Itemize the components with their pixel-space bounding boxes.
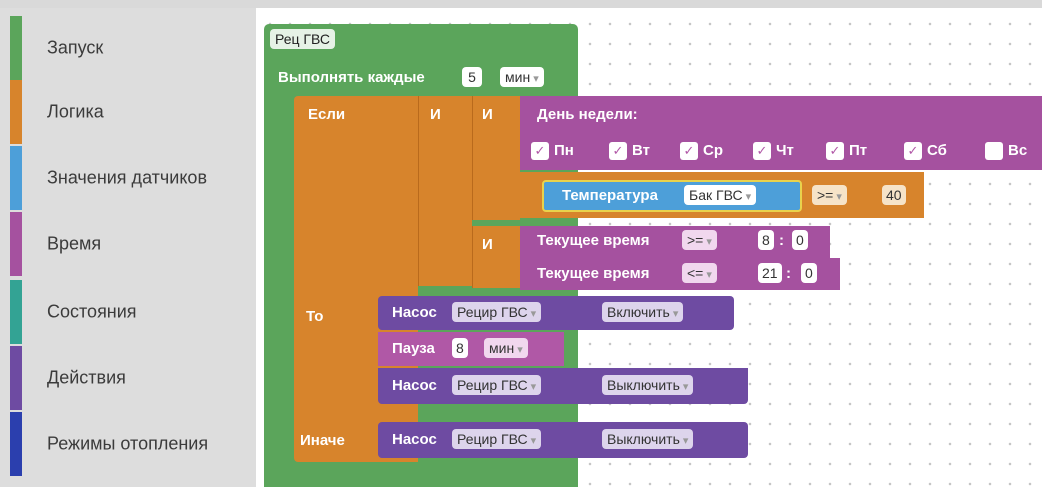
current-time-label: Текущее время: [537, 232, 650, 249]
sidebar-item-label: Запуск: [47, 37, 104, 58]
and-block-inner[interactable]: [472, 96, 520, 220]
time-operator-dropdown[interactable]: <=: [682, 263, 717, 283]
pause-label: Пауза: [392, 340, 435, 357]
day-label: Вт: [632, 142, 650, 159]
pump-device-dropdown[interactable]: Рецир ГВС: [452, 429, 542, 449]
and-block-time[interactable]: [472, 226, 520, 288]
checkbox-sat[interactable]: ✓: [904, 142, 922, 160]
checkbox-sun[interactable]: [985, 142, 1003, 160]
if-else-block[interactable]: [294, 96, 418, 462]
sidebar-item-label: Действия: [47, 367, 126, 388]
pump-label: Насос: [392, 304, 437, 321]
pump-action-dropdown[interactable]: Включить: [602, 302, 684, 322]
checkbox-tue[interactable]: ✓: [609, 142, 627, 160]
category-color-bar: [10, 412, 22, 476]
pause-value-field[interactable]: 8: [452, 338, 468, 358]
top-bar: [0, 0, 1042, 8]
category-color-bar: [10, 146, 22, 210]
temperature-label: Температура: [562, 187, 658, 204]
repeat-value-field[interactable]: 5: [462, 67, 482, 87]
day-label: Чт: [776, 142, 794, 159]
then-label: То: [306, 308, 324, 325]
time-operator-dropdown[interactable]: >=: [682, 230, 717, 250]
pause-unit-dropdown[interactable]: мин: [484, 338, 528, 358]
pump-device-dropdown[interactable]: Рецир ГВС: [452, 375, 542, 395]
compare-operator-dropdown[interactable]: >=: [812, 185, 847, 205]
sidebar-item-time[interactable]: Время: [0, 212, 256, 276]
checkbox-mon[interactable]: ✓: [531, 142, 549, 160]
checkbox-thu[interactable]: ✓: [753, 142, 771, 160]
blocks-workspace[interactable]: Рец ГВС Выполнять каждые 5 мин Если То И…: [256, 8, 1042, 487]
sidebar-item-actions[interactable]: Действия: [0, 346, 256, 410]
day-label: Сб: [927, 142, 947, 159]
repeat-label: Выполнять каждые: [278, 69, 425, 86]
time-separator: :: [779, 232, 784, 249]
and-label: И: [482, 236, 493, 253]
day-label: Пт: [849, 142, 868, 159]
repeat-unit-dropdown[interactable]: мин: [500, 67, 544, 87]
sidebar-item-logic[interactable]: Логика: [0, 80, 256, 144]
category-color-bar: [10, 280, 22, 344]
if-label: Если: [308, 106, 346, 123]
category-color-bar: [10, 212, 22, 276]
pump-action-dropdown[interactable]: Выключить: [602, 375, 694, 395]
hour-field[interactable]: 8: [758, 230, 774, 250]
weekday-label: День недели:: [537, 106, 638, 123]
minute-field[interactable]: 0: [801, 263, 817, 283]
sidebar-item-states[interactable]: Состояния: [0, 280, 256, 344]
sidebar-item-label: Режимы отопления: [47, 433, 209, 454]
and-label: И: [430, 106, 441, 123]
sidebar-item-label: Значения датчиков: [47, 167, 208, 188]
pump-action-dropdown[interactable]: Выключить: [602, 429, 694, 449]
sidebar-item-label: Время: [47, 233, 102, 254]
category-color-bar: [10, 346, 22, 410]
routine-name-field[interactable]: Рец ГВС: [270, 29, 335, 49]
day-label: Вс: [1008, 142, 1028, 159]
sidebar-item-label: Состояния: [47, 301, 137, 322]
current-time-label: Текущее время: [537, 265, 650, 282]
sidebar-item-start[interactable]: Запуск: [0, 16, 256, 80]
pump-label: Насос: [392, 377, 437, 394]
day-label: Пн: [554, 142, 574, 159]
checkbox-wed[interactable]: ✓: [680, 142, 698, 160]
day-label: Ср: [703, 142, 723, 159]
sensor-dropdown[interactable]: Бак ГВС: [684, 185, 757, 205]
category-color-bar: [10, 16, 22, 80]
and-block-outer[interactable]: [418, 96, 472, 286]
category-sidebar: Запуск Логика Значения датчиков Время Со…: [0, 8, 256, 487]
minute-field[interactable]: 0: [792, 230, 808, 250]
pump-label: Насос: [392, 431, 437, 448]
checkbox-fri[interactable]: ✓: [826, 142, 844, 160]
temperature-value-field[interactable]: 40: [882, 185, 906, 205]
else-label: Иначе: [300, 432, 345, 449]
time-separator: :: [786, 265, 791, 282]
pump-device-dropdown[interactable]: Рецир ГВС: [452, 302, 542, 322]
sidebar-item-label: Логика: [47, 101, 104, 122]
category-color-bar: [10, 80, 22, 144]
hour-field[interactable]: 21: [758, 263, 782, 283]
sidebar-item-heating-modes[interactable]: Режимы отопления: [0, 412, 256, 476]
sidebar-item-sensor-values[interactable]: Значения датчиков: [0, 146, 256, 210]
and-label: И: [482, 106, 493, 123]
